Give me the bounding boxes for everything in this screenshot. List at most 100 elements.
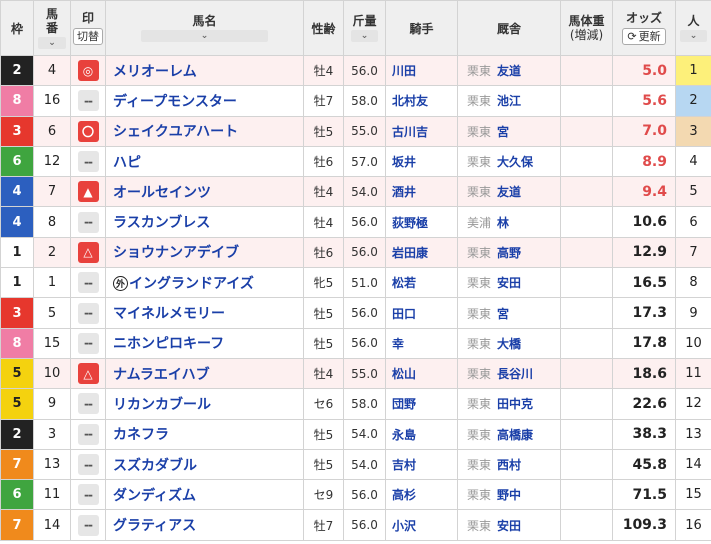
- mark-button[interactable]: --: [77, 90, 99, 112]
- horse-name-cell[interactable]: ハピ: [105, 145, 304, 178]
- mark-cell[interactable]: --: [70, 85, 106, 117]
- col-ninki[interactable]: 人 ⌄: [675, 0, 711, 56]
- stable-cell[interactable]: 栗東宮: [457, 115, 561, 147]
- mark-cell[interactable]: --: [70, 418, 106, 450]
- horse-name-cell[interactable]: カネフラ: [105, 418, 304, 450]
- mark-cell[interactable]: --: [70, 479, 106, 511]
- mark-cell[interactable]: --: [70, 297, 106, 329]
- mark-button[interactable]: --: [77, 332, 99, 354]
- mark-cell[interactable]: --: [70, 267, 106, 299]
- stable-cell[interactable]: 栗東 安田: [457, 509, 561, 541]
- trainer-link[interactable]: 安田: [497, 519, 521, 533]
- stable-cell[interactable]: 栗東 西村: [457, 448, 561, 481]
- mark-cell[interactable]: △: [70, 236, 106, 269]
- jockey-link[interactable]: 酒井: [392, 185, 416, 199]
- jockey-cell[interactable]: 北村友: [385, 85, 458, 117]
- horse-name-link[interactable]: ニホンピロキーフ: [113, 336, 224, 352]
- horse-name-cell[interactable]: グラティアス: [105, 509, 304, 541]
- stable-cell[interactable]: 栗東 長谷川: [457, 357, 561, 390]
- col-umaban[interactable]: 馬 番 ⌄: [33, 0, 71, 56]
- jockey-link[interactable]: 古川吉: [392, 125, 428, 139]
- trainer-link[interactable]: 田中克: [497, 397, 533, 411]
- jockey-link[interactable]: 北村友: [392, 94, 428, 108]
- mark-button[interactable]: --: [77, 484, 99, 506]
- horse-name-link[interactable]: マイネルメモリー: [113, 306, 225, 322]
- mark-button[interactable]: ▲: [77, 181, 99, 203]
- jockey-cell[interactable]: 永島: [385, 418, 458, 450]
- mark-cell[interactable]: △: [70, 357, 106, 390]
- horse-name-link[interactable]: ハピ: [113, 155, 141, 171]
- mark-cell[interactable]: --: [70, 206, 106, 238]
- mark-cell[interactable]: --: [70, 145, 106, 178]
- mark-button[interactable]: △: [77, 241, 99, 263]
- stable-cell[interactable]: 栗東 安田: [457, 267, 561, 299]
- jockey-link[interactable]: 田口: [392, 307, 416, 321]
- jockey-link[interactable]: 岩田康: [392, 246, 428, 260]
- trainer-link[interactable]: 野中: [497, 488, 521, 502]
- mark-button[interactable]: --: [77, 302, 99, 324]
- horse-name-cell[interactable]: リカンカブール: [105, 388, 304, 420]
- mark-toggle-button[interactable]: 切替: [73, 27, 103, 45]
- stable-cell[interactable]: 栗東 田中克: [457, 388, 561, 420]
- mark-cell[interactable]: --: [70, 509, 106, 541]
- horse-name-link[interactable]: ラスカンブレス: [113, 215, 210, 231]
- mark-cell[interactable]: --: [70, 327, 106, 359]
- jockey-link[interactable]: 団野: [392, 397, 416, 411]
- sort-chevron-icon[interactable]: ⌄: [679, 30, 708, 43]
- horse-name-link[interactable]: ダンディズム: [113, 488, 196, 504]
- trainer-link[interactable]: 高橋康: [497, 428, 533, 442]
- stable-cell[interactable]: 栗東 大橋: [457, 327, 561, 359]
- jockey-link[interactable]: 永島: [392, 428, 416, 442]
- stable-cell[interactable]: 栗東 野中: [457, 479, 561, 511]
- mark-button[interactable]: --: [77, 393, 99, 415]
- trainer-link[interactable]: 高野: [497, 246, 521, 260]
- horse-name-link[interactable]: リカンカブール: [113, 397, 211, 413]
- jockey-cell[interactable]: 団野: [385, 388, 458, 420]
- jockey-link[interactable]: 坂井: [392, 155, 416, 169]
- horse-name-cell[interactable]: ラスカンブレス: [105, 206, 304, 238]
- horse-name-cell[interactable]: メリオーレム: [105, 54, 304, 87]
- trainer-link[interactable]: 長谷川: [497, 367, 533, 381]
- horse-name-link[interactable]: カネフラ: [113, 427, 169, 443]
- jockey-link[interactable]: 荻野極: [392, 216, 428, 230]
- stable-cell[interactable]: 栗東 大久保: [457, 145, 561, 178]
- stable-cell[interactable]: 栗東 友道: [457, 176, 561, 208]
- horse-name-link[interactable]: ナムラエイハブ: [113, 367, 210, 383]
- jockey-cell[interactable]: 古川吉: [385, 115, 458, 147]
- jockey-link[interactable]: 小沢: [392, 519, 416, 533]
- horse-name-cell[interactable]: ナムラエイハブ: [105, 357, 304, 390]
- horse-name-cell[interactable]: スズカダブル: [105, 448, 304, 481]
- horse-name-cell[interactable]: オールセインツ: [105, 176, 304, 208]
- stable-cell[interactable]: 栗東宮: [457, 297, 561, 329]
- horse-name-cell[interactable]: シェイクユアハート: [105, 115, 304, 147]
- jockey-cell[interactable]: 田口: [385, 297, 458, 329]
- jockey-cell[interactable]: 松山: [385, 357, 458, 390]
- trainer-link[interactable]: 友道: [497, 185, 521, 199]
- horse-name-link[interactable]: イングランドアイズ: [129, 276, 254, 292]
- horse-name-cell[interactable]: ニホンピロキーフ: [105, 327, 304, 359]
- mark-cell[interactable]: ◎: [70, 54, 106, 87]
- mark-button[interactable]: --: [77, 211, 99, 233]
- jockey-cell[interactable]: 高杉: [385, 479, 458, 511]
- trainer-link[interactable]: 友道: [497, 64, 521, 78]
- jockey-cell[interactable]: 荻野極: [385, 206, 458, 238]
- col-kinryo[interactable]: 斤量 ⌄: [343, 0, 386, 56]
- stable-cell[interactable]: 栗東 高橋康: [457, 418, 561, 450]
- horse-name-link[interactable]: グラティアス: [113, 518, 196, 534]
- horse-name-link[interactable]: スズカダブル: [113, 458, 197, 474]
- sort-chevron-icon[interactable]: ⌄: [350, 30, 379, 43]
- mark-cell[interactable]: --: [70, 448, 106, 481]
- mark-cell[interactable]: ▲: [70, 176, 106, 208]
- horse-name-link[interactable]: オールセインツ: [113, 185, 211, 201]
- odds-update-button[interactable]: ⟳ 更新: [622, 27, 666, 45]
- horse-name-cell[interactable]: ショウナンアデイブ: [105, 236, 304, 269]
- jockey-cell[interactable]: 松若: [385, 267, 458, 299]
- mark-cell[interactable]: --: [70, 388, 106, 420]
- jockey-cell[interactable]: 坂井: [385, 145, 458, 178]
- jockey-link[interactable]: 川田: [392, 64, 416, 78]
- stable-cell[interactable]: 栗東 高野: [457, 236, 561, 269]
- horse-name-cell[interactable]: 外イングランドアイズ: [105, 267, 304, 299]
- jockey-link[interactable]: 高杉: [392, 488, 416, 502]
- mark-cell[interactable]: 〇: [70, 115, 106, 147]
- stable-cell[interactable]: 栗東 池江: [457, 85, 561, 117]
